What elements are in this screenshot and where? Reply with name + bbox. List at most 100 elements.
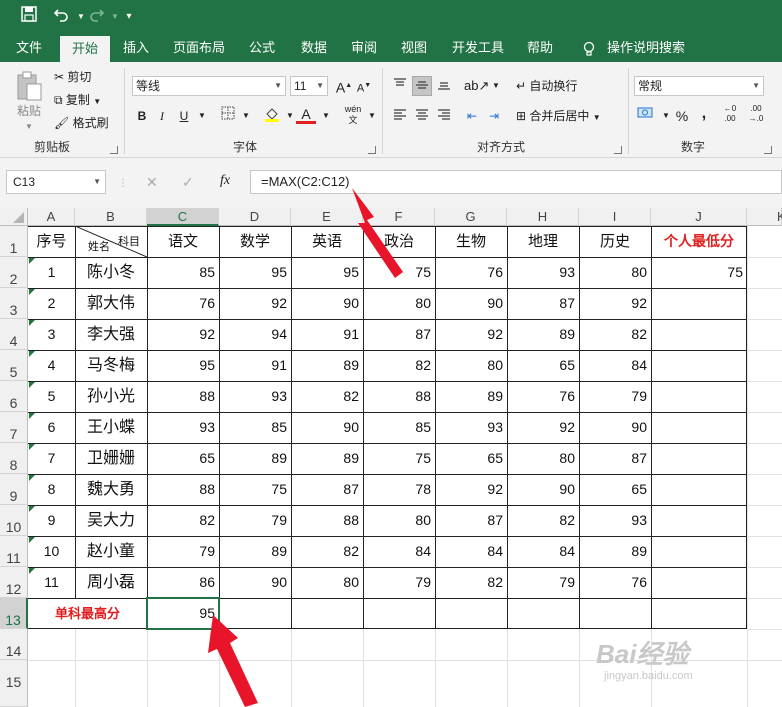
column-header-k[interactable]: K [747,208,782,226]
row-header-3[interactable]: 3 [0,288,28,319]
min-score-cell[interactable] [651,319,747,350]
phonetic-dropdown-icon[interactable]: ▼ [362,106,382,126]
score-cell[interactable]: 88 [291,505,363,536]
score-cell[interactable]: 80 [363,505,435,536]
seq-cell[interactable]: 4 [28,350,75,381]
row-header-8[interactable]: 8 [0,443,28,474]
score-cell[interactable]: 89 [219,536,291,567]
align-center-icon[interactable] [412,106,432,126]
score-cell[interactable]: 85 [363,412,435,443]
score-cell[interactable]: 93 [219,381,291,412]
font-color-dropdown-icon[interactable]: ▼ [316,106,336,126]
align-middle-icon[interactable] [412,76,432,96]
column-header-b[interactable]: B [75,208,147,226]
decrease-indent-icon[interactable]: ⇤ [462,106,482,126]
seq-cell[interactable]: 2 [28,288,75,319]
score-cell[interactable]: 87 [579,443,651,474]
name-cell[interactable]: 赵小童 [75,536,147,567]
row-header-1[interactable]: 1 [0,226,28,257]
score-cell[interactable]: 89 [435,381,507,412]
copy-dropdown-icon[interactable]: ▼ [93,97,101,106]
name-cell[interactable]: 李大强 [75,319,147,350]
score-cell[interactable]: 80 [291,567,363,598]
score-cell[interactable]: 95 [147,350,219,381]
name-cell[interactable]: 周小磊 [75,567,147,598]
row-header-4[interactable]: 4 [0,319,28,350]
name-cell[interactable]: 吴大力 [75,505,147,536]
min-score-cell[interactable] [651,536,747,567]
align-left-icon[interactable] [390,106,410,126]
format-painter-button[interactable]: 🖌 格式刷 [54,114,109,132]
tell-me-search[interactable]: 操作说明搜索 [604,34,688,62]
number-launcher-icon[interactable] [764,146,772,154]
column-header-i[interactable]: I [579,208,651,226]
header-subject[interactable]: 数学 [219,226,291,257]
font-size-select[interactable]: 11 ▼ [290,76,328,96]
column-header-c[interactable]: C [147,208,219,226]
min-score-cell[interactable] [651,474,747,505]
seq-cell[interactable]: 7 [28,443,75,474]
min-score-cell[interactable] [651,505,747,536]
score-cell[interactable]: 92 [147,319,219,350]
borders-icon[interactable] [218,106,238,126]
score-cell[interactable]: 80 [435,350,507,381]
seq-cell[interactable]: 11 [28,567,75,598]
name-cell[interactable]: 魏大勇 [75,474,147,505]
score-cell[interactable]: 93 [507,257,579,288]
score-cell[interactable]: 80 [579,257,651,288]
score-cell[interactable]: 79 [219,505,291,536]
score-cell[interactable]: 84 [363,536,435,567]
currency-icon[interactable] [634,106,658,126]
score-cell[interactable]: 89 [579,536,651,567]
score-cell[interactable]: 89 [219,443,291,474]
row-header-9[interactable]: 9 [0,474,28,505]
tab-review[interactable]: 审阅 [342,34,386,62]
cut-button[interactable]: ✂ 剪切 [54,68,91,86]
name-cell[interactable]: 郭大伟 [75,288,147,319]
score-cell[interactable]: 92 [507,412,579,443]
underline-dropdown-icon[interactable]: ▼ [192,106,212,126]
align-top-icon[interactable] [390,76,410,96]
min-score-cell[interactable] [651,350,747,381]
italic-button[interactable]: I [152,106,172,126]
row-header-6[interactable]: 6 [0,381,28,412]
score-cell[interactable]: 88 [147,381,219,412]
tab-page-layout[interactable]: 页面布局 [166,34,232,62]
seq-cell[interactable]: 10 [28,536,75,567]
seq-cell[interactable]: 8 [28,474,75,505]
comma-button[interactable]: , [694,104,714,124]
tab-help[interactable]: 帮助 [518,34,562,62]
score-cell[interactable]: 76 [435,257,507,288]
score-cell[interactable]: 89 [291,443,363,474]
score-cell[interactable]: 95 [219,257,291,288]
seq-cell[interactable]: 6 [28,412,75,443]
score-cell[interactable]: 92 [435,319,507,350]
score-cell[interactable]: 90 [291,288,363,319]
font-name-select[interactable]: 等线 ▼ [132,76,286,96]
score-cell[interactable]: 90 [579,412,651,443]
save-icon[interactable] [18,6,40,28]
score-cell[interactable]: 79 [363,567,435,598]
column-header-g[interactable]: G [435,208,507,226]
column-header-d[interactable]: D [219,208,291,226]
select-all-corner[interactable] [0,208,28,226]
name-box[interactable]: C13 ▼ [6,170,106,194]
score-cell[interactable]: 82 [291,536,363,567]
formula-input[interactable]: =MAX(C2:C12) [250,170,782,194]
min-score-cell[interactable]: 75 [651,257,747,288]
score-cell[interactable]: 79 [579,381,651,412]
min-score-cell[interactable] [651,381,747,412]
percent-button[interactable]: % [672,106,692,126]
undo-icon[interactable] [50,6,72,28]
row-header-7[interactable]: 7 [0,412,28,443]
header-seq[interactable]: 序号 [28,226,75,257]
score-cell[interactable]: 82 [291,381,363,412]
score-cell[interactable]: 84 [579,350,651,381]
name-cell[interactable]: 陈小冬 [75,257,147,288]
seq-cell[interactable]: 3 [28,319,75,350]
score-cell[interactable]: 93 [579,505,651,536]
row-header-14[interactable]: 14 [0,629,28,660]
enter-formula-icon[interactable]: ✓ [182,173,194,191]
score-cell[interactable]: 87 [363,319,435,350]
score-cell[interactable]: 76 [147,288,219,319]
